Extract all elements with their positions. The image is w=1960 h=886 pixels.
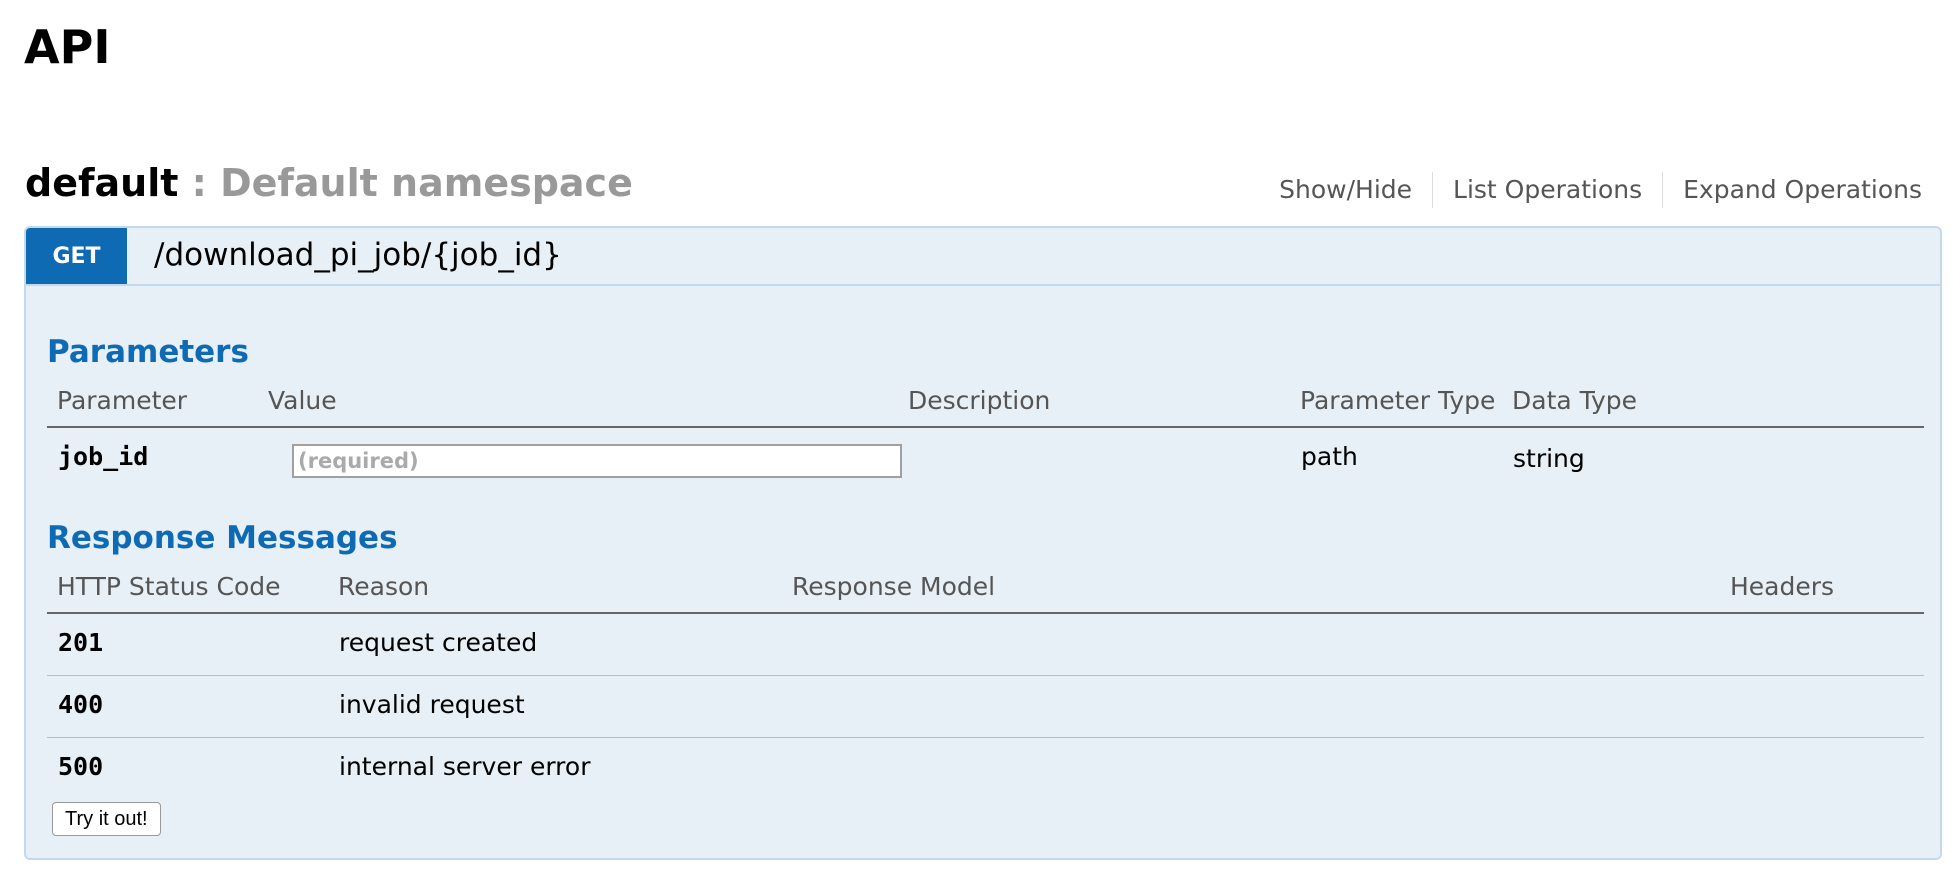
job-id-input[interactable] xyxy=(292,444,902,478)
namespace-heading: default : Default namespace xyxy=(25,160,633,206)
parameters-table: Parameter Value Description Parameter Ty… xyxy=(47,380,1924,492)
response-row: 201 request created xyxy=(47,614,1924,676)
col-value: Value xyxy=(268,386,337,415)
swagger-page: API default : Default namespace Show/Hid… xyxy=(0,0,1960,886)
operation-path-link[interactable]: /download_pi_job/{job_id} xyxy=(154,234,562,276)
show-hide-link[interactable]: Show/Hide xyxy=(1259,172,1432,208)
response-reason: internal server error xyxy=(339,752,591,781)
response-table-header: HTTP Status Code Reason Response Model H… xyxy=(47,566,1924,614)
operation-heading[interactable]: GET /download_pi_job/{job_id} xyxy=(26,228,1940,286)
response-code: 500 xyxy=(58,752,104,781)
col-data-type: Data Type xyxy=(1512,386,1638,415)
try-it-out-button[interactable]: Try it out! xyxy=(52,802,161,836)
response-messages-title: Response Messages xyxy=(47,520,398,556)
col-parameter: Parameter xyxy=(57,386,188,415)
parameters-table-header: Parameter Value Description Parameter Ty… xyxy=(47,380,1924,428)
col-parameter-type: Parameter Type xyxy=(1300,386,1496,415)
response-row: 500 internal server error xyxy=(47,738,1924,799)
response-messages-table: HTTP Status Code Reason Response Model H… xyxy=(47,566,1924,799)
response-reason: request created xyxy=(339,628,538,657)
col-response-model: Response Model xyxy=(792,572,996,601)
namespace-separator: : xyxy=(178,161,221,205)
parameter-name: job_id xyxy=(58,442,149,471)
response-row: 400 invalid request xyxy=(47,676,1924,738)
col-description: Description xyxy=(908,386,1051,415)
col-headers: Headers xyxy=(1730,572,1835,601)
namespace-name-link[interactable]: default xyxy=(25,161,178,205)
parameter-row: job_id path string xyxy=(47,428,1924,492)
expand-operations-link[interactable]: Expand Operations xyxy=(1662,172,1942,208)
namespace-description: Default namespace xyxy=(220,161,633,205)
operation-panel: GET /download_pi_job/{job_id} Parameters… xyxy=(24,226,1942,860)
list-operations-link[interactable]: List Operations xyxy=(1432,172,1662,208)
response-code: 400 xyxy=(58,690,104,719)
parameter-type: path xyxy=(1301,442,1358,471)
col-reason: Reason xyxy=(338,572,430,601)
parameter-data-type: string xyxy=(1513,444,1585,473)
parameters-title: Parameters xyxy=(47,334,249,370)
response-reason: invalid request xyxy=(339,690,525,719)
http-method-badge[interactable]: GET xyxy=(26,228,127,284)
response-code: 201 xyxy=(58,628,104,657)
page-title: API xyxy=(24,20,111,74)
namespace-controls: Show/Hide List Operations Expand Operati… xyxy=(1259,172,1942,208)
col-http-status-code: HTTP Status Code xyxy=(57,572,281,601)
